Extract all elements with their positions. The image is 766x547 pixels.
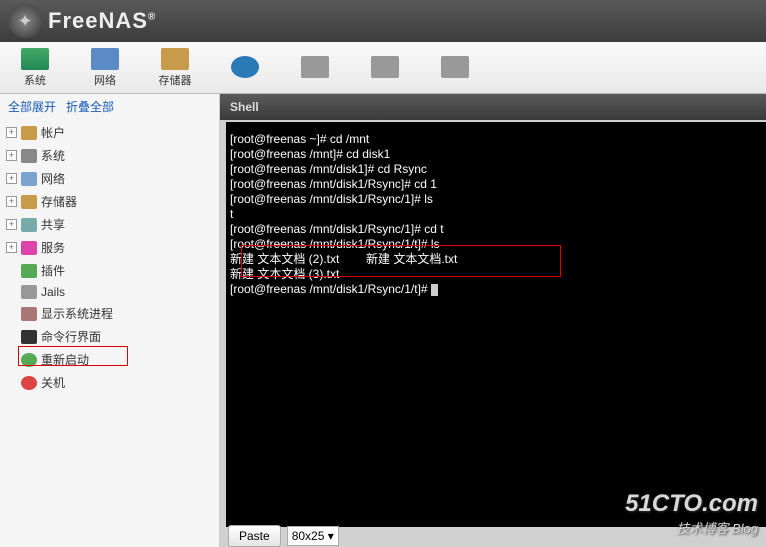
sidebar: 全部展开 折叠全部 + 帐户 + 系统 + 网络 + 存储器 + 共享 + 服务插件 Jails 显示系统… [0, 94, 220, 547]
terminal-line: [root@freenas /mnt/disk1/Rsync/1]# ls [230, 192, 762, 207]
terminal-line: t [230, 207, 762, 222]
expand-icon[interactable]: + [6, 127, 17, 138]
main-toolbar: 系统 网络 存储器 [0, 42, 766, 94]
tree-label: 共享 [41, 216, 65, 233]
expand-icon[interactable]: + [6, 173, 17, 184]
terminal-line: 新建 文本文档 (2).txt 新建 文本文档.txt [230, 252, 762, 267]
folder-icon [161, 48, 189, 70]
app-header: ✦ FreeNAS® [0, 0, 766, 42]
net-icon [21, 172, 37, 186]
tree-item-11[interactable]: 关机 [0, 371, 219, 394]
paste-button[interactable]: Paste [228, 525, 281, 547]
tree-item-10[interactable]: 重新启动 [0, 348, 219, 371]
content-pane: Shell [root@freenas ~]# cd /mnt[root@fre… [220, 94, 766, 547]
expand-icon[interactable]: + [6, 219, 17, 230]
toolbar-storage[interactable]: 存储器 [140, 42, 210, 93]
toolbar-plugins[interactable] [350, 42, 420, 93]
collapse-all-link[interactable]: 折叠全部 [66, 100, 114, 114]
toolbar-jails[interactable] [420, 42, 490, 93]
toolbar-settings[interactable] [280, 42, 350, 93]
tree-item-0[interactable]: + 帐户 [0, 121, 219, 144]
panel-title: Shell [220, 94, 766, 120]
terminal-line: [root@freenas ~]# cd /mnt [230, 132, 762, 147]
expand-icon[interactable]: + [6, 196, 17, 207]
tree-item-9[interactable]: 命令行界面 [0, 325, 219, 348]
tree-item-8[interactable]: 显示系统进程 [0, 302, 219, 325]
tree-label: 帐户 [41, 124, 65, 141]
serv-icon [21, 241, 37, 255]
tree-label: 重新启动 [41, 351, 89, 368]
acc-icon [21, 126, 37, 140]
tree-label: 存储器 [41, 193, 77, 210]
tree-item-2[interactable]: + 网络 [0, 167, 219, 190]
jail-icon [21, 285, 37, 299]
gear-icon [301, 56, 329, 78]
tree-label: 服务 [41, 239, 65, 256]
toolbar-network[interactable]: 网络 [70, 42, 140, 93]
toolbar-system[interactable]: 系统 [0, 42, 70, 93]
tree-item-4[interactable]: + 共享 [0, 213, 219, 236]
tree-item-6[interactable]: 插件 [0, 259, 219, 282]
expand-all-link[interactable]: 全部展开 [8, 100, 56, 114]
plug-icon [21, 264, 37, 278]
terminal-line: [root@freenas /mnt/disk1/Rsync/1/t]# [230, 282, 762, 297]
terminal-line: [root@freenas /mnt/disk1/Rsync]# cd 1 [230, 177, 762, 192]
toolbar-refresh[interactable] [210, 42, 280, 93]
terminal-line: [root@freenas /mnt/disk1/Rsync/1/t]# ls [230, 237, 762, 252]
jails-icon [441, 56, 469, 78]
tree-label: 关机 [41, 374, 65, 391]
shut-icon [21, 376, 37, 390]
proc-icon [21, 307, 37, 321]
terminal-line: [root@freenas /mnt/disk1]# cd Rsync [230, 162, 762, 177]
tree-item-3[interactable]: + 存储器 [0, 190, 219, 213]
tree-item-1[interactable]: + 系统 [0, 144, 219, 167]
tree-item-7[interactable]: Jails [0, 282, 219, 302]
plugin-icon [371, 56, 399, 78]
nav-tree: + 帐户 + 系统 + 网络 + 存储器 + 共享 + 服务插件 Jails 显示系统进程命令行界面重新启… [0, 119, 219, 396]
refresh-icon [231, 56, 259, 78]
terminal-line: [root@freenas /mnt/disk1/Rsync/1]# cd t [230, 222, 762, 237]
brand-name: FreeNAS® [48, 8, 156, 34]
expand-icon[interactable]: + [6, 242, 17, 253]
tree-label: 显示系统进程 [41, 305, 113, 322]
tree-controls: 全部展开 折叠全部 [0, 94, 219, 119]
tree-item-5[interactable]: + 服务 [0, 236, 219, 259]
tree-label: Jails [41, 285, 65, 299]
reboot-icon [21, 353, 37, 367]
tree-label: 命令行界面 [41, 328, 101, 345]
terminal-line: [root@freenas /mnt]# cd disk1 [230, 147, 762, 162]
sys-icon [21, 149, 37, 163]
share-icon [21, 218, 37, 232]
size-select[interactable]: 80x25 ▾ [287, 526, 339, 546]
cursor [431, 284, 438, 296]
expand-icon[interactable]: + [6, 150, 17, 161]
shell-icon [21, 330, 37, 344]
terminal-controls: Paste 80x25 ▾ [228, 525, 339, 547]
tree-label: 网络 [41, 170, 65, 187]
tree-label: 插件 [41, 262, 65, 279]
terminal-line: 新建 文本文档 (3).txt [230, 267, 762, 282]
terminal[interactable]: [root@freenas ~]# cd /mnt[root@freenas /… [226, 122, 766, 527]
stor-icon [21, 195, 37, 209]
tree-label: 系统 [41, 147, 65, 164]
network-icon [91, 48, 119, 70]
logo-icon: ✦ [8, 4, 42, 38]
chart-icon [21, 48, 49, 70]
